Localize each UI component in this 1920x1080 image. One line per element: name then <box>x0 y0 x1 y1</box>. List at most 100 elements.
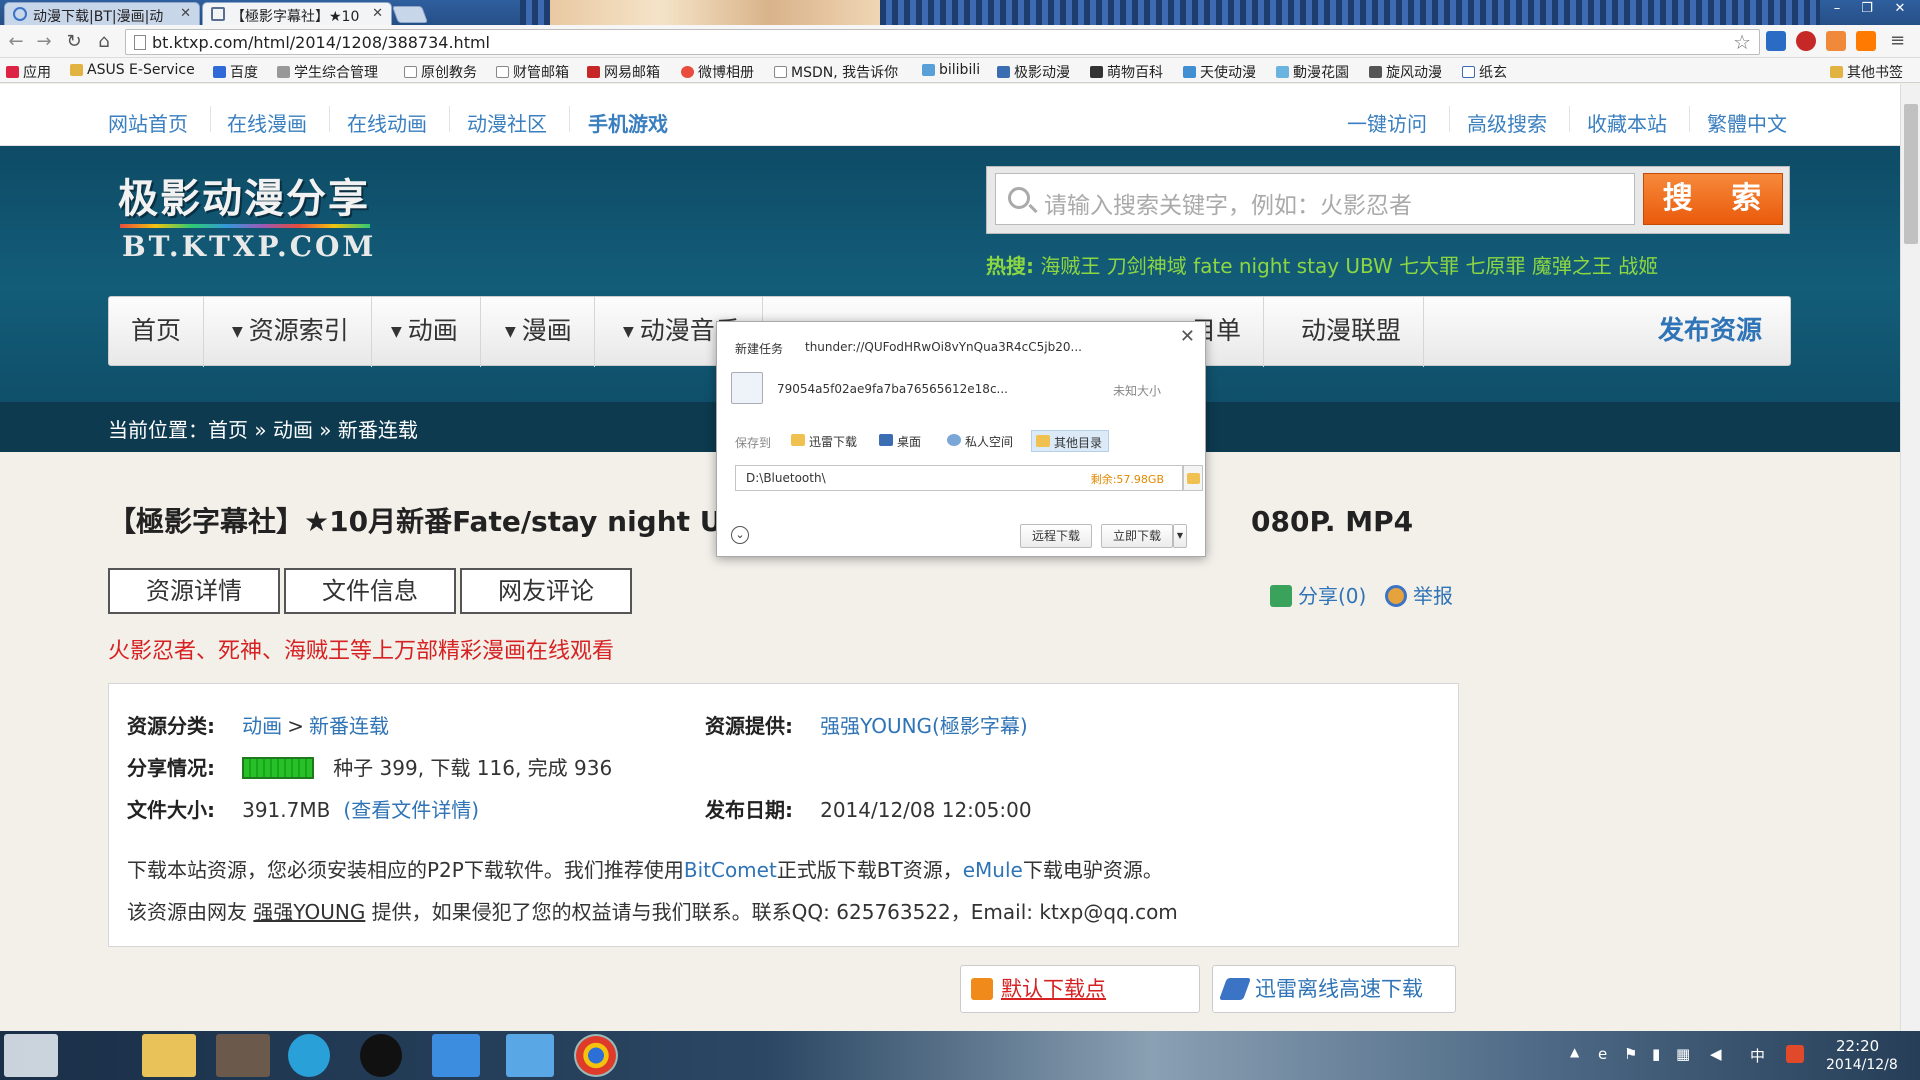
save-option-desktop[interactable]: 桌面 <box>875 430 927 452</box>
menu-icon[interactable]: ≡ <box>1890 31 1910 51</box>
nav-bookmark-site[interactable]: 收藏本站 <box>1587 108 1667 137</box>
ime-indicator[interactable]: 中 <box>1750 1045 1765 1066</box>
download-options-dropdown[interactable]: ▼ <box>1173 524 1187 548</box>
tab-resource-details[interactable]: 资源详情 <box>108 568 280 614</box>
restore-button[interactable]: ❐ <box>1852 0 1882 20</box>
nav-traditional-chinese[interactable]: 繁體中文 <box>1707 108 1787 137</box>
baidu-cloud-icon[interactable] <box>506 1034 554 1077</box>
bookmark-item[interactable]: 纸玄 <box>1462 62 1507 82</box>
close-icon[interactable]: ✕ <box>372 6 383 21</box>
qq-icon[interactable] <box>360 1034 402 1077</box>
reload-icon[interactable]: ↻ <box>62 30 86 54</box>
nav-mobile-games[interactable]: 手机游戏 <box>588 108 668 137</box>
nav-advanced-search[interactable]: 高级搜索 <box>1467 108 1547 137</box>
ie-icon[interactable] <box>288 1034 330 1077</box>
nav-site-home[interactable]: 网站首页 <box>108 108 188 137</box>
battery-icon[interactable]: ▮ <box>1652 1045 1660 1063</box>
download-now-button[interactable]: 立即下载 <box>1101 524 1173 548</box>
volume-icon[interactable]: ◀ <box>1710 1045 1722 1063</box>
category-link-anime[interactable]: 动画 <box>242 714 282 738</box>
extension-icon[interactable] <box>1766 31 1786 51</box>
bookmark-other[interactable]: 其他书签 <box>1830 62 1903 82</box>
bookmark-item[interactable]: 微博相册 <box>681 62 754 82</box>
nav-online-manga[interactable]: 在线漫画 <box>227 108 307 137</box>
main-nav-anime[interactable]: ▼ 动画 <box>369 297 481 367</box>
adblock-icon[interactable] <box>1796 31 1816 51</box>
bookmark-item[interactable]: 原创教务 <box>404 62 477 82</box>
flag-icon[interactable]: ⚑ <box>1624 1045 1637 1063</box>
close-icon[interactable]: ✕ <box>180 6 191 21</box>
bookmark-item[interactable]: 萌物百科 <box>1090 62 1163 82</box>
nav-online-anime[interactable]: 在线动画 <box>347 108 427 137</box>
bookmark-item[interactable]: 网易邮箱 <box>587 62 660 82</box>
bookmark-item[interactable]: 财管邮箱 <box>496 62 569 82</box>
main-nav-manga[interactable]: ▼ 漫画 <box>483 297 595 367</box>
clock-date[interactable]: 2014/12/8 <box>1826 1057 1898 1073</box>
chrome-icon[interactable] <box>574 1034 618 1077</box>
breadcrumb[interactable]: 当前位置：首页 » 动画 » 新番连载 <box>108 414 418 443</box>
browse-folder-button[interactable] <box>1183 465 1203 491</box>
file-details-link[interactable]: (查看文件详情) <box>343 798 479 822</box>
window-close-button[interactable]: ✕ <box>1882 0 1918 20</box>
url-text[interactable]: bt.ktxp.com/html/2014/1208/388734.html <box>152 33 490 52</box>
tray-ie-icon[interactable]: e <box>1598 1045 1607 1063</box>
tab-comments[interactable]: 网友评论 <box>460 568 632 614</box>
expand-chevron-icon[interactable]: ⌄ <box>731 526 749 544</box>
file-name[interactable]: 79054a5f02ae9fa7ba76565612e18c... <box>777 382 1008 396</box>
search-button[interactable]: 搜 索 <box>1643 173 1783 225</box>
clock-time[interactable]: 22:20 <box>1836 1037 1879 1055</box>
thunder-icon[interactable] <box>432 1034 480 1077</box>
provider-link[interactable]: 强强YOUNG(極影字幕) <box>820 714 1028 738</box>
report-link[interactable]: 举报 <box>1385 580 1453 609</box>
site-logo[interactable]: 极影动漫分享 <box>118 166 370 224</box>
nav-community[interactable]: 动漫社区 <box>467 108 547 137</box>
emule-link[interactable]: eMule <box>963 858 1023 882</box>
thunder-download-button[interactable]: 迅雷离线高速下载 <box>1212 965 1456 1013</box>
address-bar[interactable]: bt.ktxp.com/html/2014/1208/388734.html ☆ <box>125 29 1760 55</box>
site-logo-domain[interactable]: BT.KTXP.COM <box>122 230 376 263</box>
scrollbar-thumb[interactable] <box>1904 104 1918 244</box>
tab-ktxp-home[interactable]: 动漫下载|BT|漫画|动 ✕ <box>4 2 200 25</box>
forward-arrow-icon[interactable]: → <box>32 30 56 54</box>
main-nav-home[interactable]: 首页 <box>109 297 205 367</box>
bookmark-item[interactable]: ASUS E-Service <box>70 62 195 78</box>
minimize-button[interactable]: – <box>1822 0 1852 20</box>
default-download-button[interactable]: 默认下载点 <box>960 965 1200 1013</box>
rss-icon[interactable] <box>1826 31 1846 51</box>
main-nav-alliance[interactable]: 动漫联盟 <box>1279 297 1425 367</box>
bookmark-item[interactable]: 学生综合管理 <box>277 62 378 82</box>
extension-x-icon[interactable] <box>1856 31 1876 51</box>
save-path-input[interactable]: D:\Bluetooth\ 剩余:57.98GB <box>735 465 1183 491</box>
back-arrow-icon[interactable]: ← <box>4 30 28 54</box>
bookmark-apps[interactable]: 应用 <box>6 62 51 82</box>
bookmark-item[interactable]: 天使动漫 <box>1183 62 1256 82</box>
save-option-thunder[interactable]: 迅雷下载 <box>787 430 863 452</box>
category-link-new[interactable]: 新番连载 <box>309 714 389 738</box>
nav-one-click[interactable]: 一键访问 <box>1347 108 1427 137</box>
vertical-scrollbar[interactable] <box>1900 84 1920 1031</box>
tab-file-info[interactable]: 文件信息 <box>284 568 456 614</box>
new-tab-button[interactable] <box>391 6 429 23</box>
bitcomet-link[interactable]: BitComet <box>684 858 777 882</box>
bookmark-item[interactable]: 動漫花園 <box>1276 62 1349 82</box>
bookmark-item[interactable]: 旋风动漫 <box>1369 62 1442 82</box>
tray-expand-icon[interactable]: ▲ <box>1570 1045 1579 1059</box>
start-button[interactable] <box>4 1034 58 1077</box>
remote-download-button[interactable]: 远程下载 <box>1020 524 1092 548</box>
promo-link[interactable]: 火影忍者、死神、海贼王等上万部精彩漫画在线观看 <box>108 633 614 665</box>
explorer-icon[interactable] <box>142 1034 196 1077</box>
main-nav-resource-index[interactable]: ▼ 资源索引 <box>210 297 372 367</box>
bookmark-item[interactable]: 极影动漫 <box>997 62 1070 82</box>
tab-resource-page[interactable]: 【極影字幕社】★10 ✕ <box>202 2 392 25</box>
search-input[interactable]: 请输入搜索关键字，例如：火影忍者 <box>995 173 1635 225</box>
uploader-link[interactable]: 强强YOUNG <box>253 900 365 924</box>
bookmark-star-icon[interactable]: ☆ <box>1733 30 1751 54</box>
home-icon[interactable]: ⌂ <box>92 30 116 54</box>
bookmark-item[interactable]: MSDN, 我告诉你 <box>774 62 898 82</box>
save-option-private[interactable]: 私人空间 <box>943 430 1019 452</box>
save-option-other[interactable]: 其他目录 <box>1031 430 1110 452</box>
sogou-icon[interactable] <box>1786 1045 1804 1063</box>
hot-terms[interactable]: 海贼王 刀剑神域 fate night stay UBW 七大罪 七原罪 魔弹之… <box>1040 254 1658 278</box>
close-icon[interactable]: ✕ <box>1180 326 1195 347</box>
bookmark-item[interactable]: 百度 <box>213 62 258 82</box>
